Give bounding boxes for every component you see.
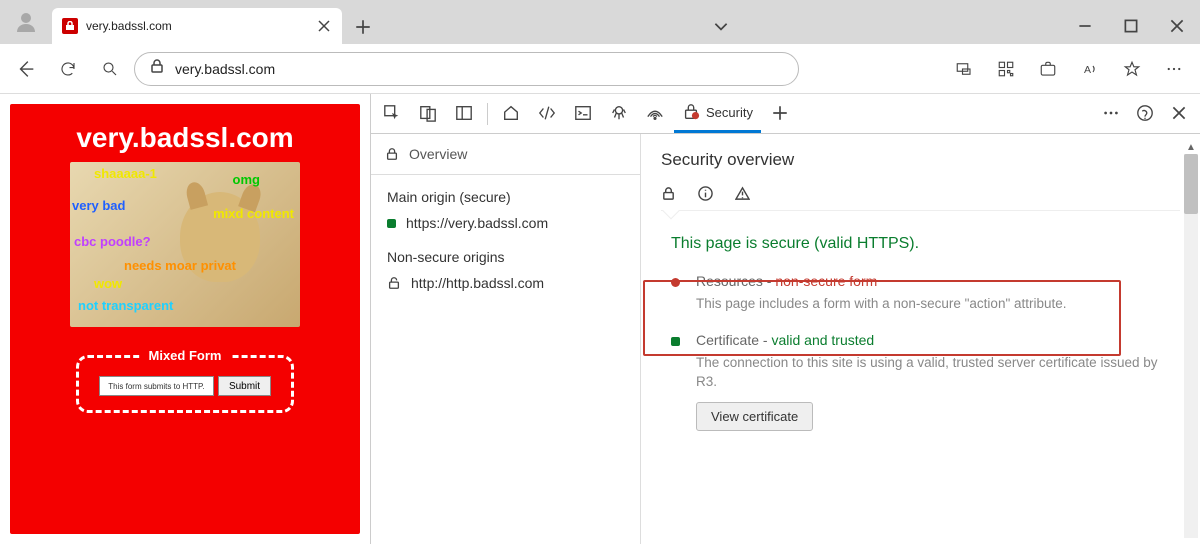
more-tabs-button[interactable] xyxy=(763,95,797,133)
main-origin-url: https://very.badssl.com xyxy=(406,215,548,231)
maximize-button[interactable] xyxy=(1108,8,1154,44)
doge-text: wow xyxy=(94,276,122,291)
inspect-icon[interactable] xyxy=(375,95,409,133)
browser-toolbar: very.badssl.com A xyxy=(0,44,1200,94)
overview-label: Overview xyxy=(409,146,467,162)
scroll-up-arrow[interactable]: ▲ xyxy=(1184,140,1198,154)
certificate-desc: The connection to this site is using a v… xyxy=(696,354,1180,392)
scrollbar[interactable] xyxy=(1184,154,1198,538)
security-overview-title: Security overview xyxy=(661,150,1180,170)
url-text: very.badssl.com xyxy=(175,61,275,77)
content-area: very.badssl.com shaaaaa-1 omg very bad m… xyxy=(0,94,1200,544)
device-icon[interactable] xyxy=(411,95,445,133)
network-tab-icon[interactable] xyxy=(638,95,672,133)
help-icon[interactable] xyxy=(1128,95,1162,133)
security-tab[interactable]: Security xyxy=(674,95,761,133)
view-certificate-button[interactable]: View certificate xyxy=(696,402,813,431)
main-origin-label: Main origin (secure) xyxy=(387,189,624,205)
panel-icon[interactable] xyxy=(447,95,481,133)
address-bar[interactable]: very.badssl.com xyxy=(134,52,799,86)
security-sidebar: Overview Main origin (secure) https://ve… xyxy=(371,134,641,544)
back-button[interactable] xyxy=(8,51,44,87)
warning-small-icon[interactable] xyxy=(735,186,750,206)
close-window-button[interactable] xyxy=(1154,8,1200,44)
qr-icon[interactable] xyxy=(988,51,1024,87)
security-overview-pane: Security overview This page is secure (v… xyxy=(641,134,1200,544)
doge-text: not transparent xyxy=(78,298,173,313)
mixed-form-submit[interactable]: Submit xyxy=(218,376,271,396)
doge-text: cbc poodle? xyxy=(74,234,151,249)
page-heading: very.badssl.com xyxy=(76,122,293,154)
nonsecure-origin-item[interactable]: http://http.badssl.com xyxy=(387,275,624,291)
svg-text:A: A xyxy=(1084,63,1091,75)
info-small-icon[interactable] xyxy=(698,186,713,206)
site-info-icon[interactable] xyxy=(149,58,165,79)
doge-text: omg xyxy=(233,172,260,187)
browser-tab[interactable]: very.badssl.com xyxy=(52,8,342,44)
favorites-icon[interactable] xyxy=(1114,51,1150,87)
doge-text: needs moar privat xyxy=(124,258,236,273)
profile-button[interactable] xyxy=(0,0,52,44)
scrollbar-thumb[interactable] xyxy=(1184,154,1198,214)
mixed-form-input[interactable] xyxy=(99,376,214,396)
mixed-form-box: Mixed Form Submit xyxy=(76,355,294,413)
lock-warning-icon xyxy=(62,18,78,34)
sources-tab-icon[interactable] xyxy=(602,95,636,133)
security-tab-label: Security xyxy=(706,105,753,120)
read-aloud-icon[interactable]: A xyxy=(1072,51,1108,87)
search-button[interactable] xyxy=(92,51,128,87)
titlebar: very.badssl.com xyxy=(0,0,1200,44)
refresh-button[interactable] xyxy=(50,51,86,87)
menu-button[interactable] xyxy=(1156,51,1192,87)
welcome-tab-icon[interactable] xyxy=(494,95,528,133)
main-origin-item[interactable]: https://very.badssl.com xyxy=(387,215,624,231)
doge-text: shaaaaa-1 xyxy=(94,166,157,181)
close-devtools-button[interactable] xyxy=(1162,95,1196,133)
tab-actions-button[interactable] xyxy=(698,8,744,44)
overview-item[interactable]: Overview xyxy=(371,134,640,175)
doge-image: shaaaaa-1 omg very bad mixd content cbc … xyxy=(70,162,300,327)
mixed-form-legend: Mixed Form xyxy=(141,348,230,363)
webpage: very.badssl.com shaaaaa-1 omg very bad m… xyxy=(0,94,370,544)
lock-small-icon[interactable] xyxy=(661,186,676,206)
secure-bullet-icon xyxy=(387,219,396,228)
new-tab-button[interactable] xyxy=(346,10,380,44)
doge-text: very bad xyxy=(72,198,125,213)
devtools-panel: Security Overview Main origin (secure) xyxy=(370,94,1200,544)
tab-title: very.badssl.com xyxy=(86,19,308,33)
highlight-box xyxy=(643,280,1121,356)
window-controls xyxy=(1062,8,1200,44)
minimize-button[interactable] xyxy=(1062,8,1108,44)
close-tab-button[interactable] xyxy=(316,18,332,34)
console-tab-icon[interactable] xyxy=(566,95,600,133)
elements-tab-icon[interactable] xyxy=(530,95,564,133)
devtools-menu[interactable] xyxy=(1094,95,1128,133)
secure-message: This page is secure (valid HTTPS). xyxy=(671,235,1180,253)
nonsecure-label: Non-secure origins xyxy=(387,249,624,265)
devtools-tabstrip: Security xyxy=(371,94,1200,134)
doge-text: mixd content xyxy=(213,206,294,221)
screen-icon[interactable] xyxy=(946,51,982,87)
briefcase-icon[interactable] xyxy=(1030,51,1066,87)
nonsecure-origin-url: http://http.badssl.com xyxy=(411,275,544,291)
